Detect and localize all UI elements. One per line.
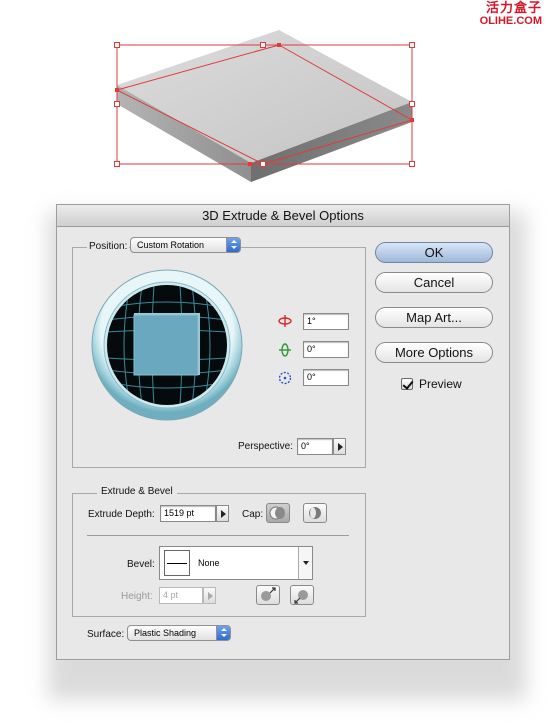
perspective-field[interactable]: 0° xyxy=(297,438,333,455)
height-slider-button[interactable] xyxy=(203,587,216,604)
surface-select[interactable]: Plastic Shading xyxy=(127,625,231,641)
bevel-in-icon xyxy=(294,590,308,604)
bevel-select[interactable]: None xyxy=(159,546,313,580)
cap-on-icon xyxy=(269,506,285,520)
bevel-label: Bevel: xyxy=(127,559,155,570)
cap-label: Cap: xyxy=(242,509,264,520)
chevron-updown-icon xyxy=(226,238,240,252)
position-select-value: Custom Rotation xyxy=(137,240,205,250)
preview-label[interactable]: Preview xyxy=(419,377,462,391)
cap-on-button[interactable] xyxy=(266,503,290,523)
dialog-title[interactable]: 3D Extrude & Bevel Options xyxy=(57,205,509,227)
bevel-out-icon xyxy=(261,587,276,601)
rotate-x-icon xyxy=(278,315,292,327)
cap-off-button[interactable] xyxy=(303,503,327,523)
cancel-button[interactable]: Cancel xyxy=(375,272,493,293)
rotation-y-field[interactable]: 0° xyxy=(303,341,349,358)
extrude-depth-field[interactable]: 1519 pt xyxy=(160,505,216,522)
rotation-trackball[interactable] xyxy=(90,268,244,422)
extrude-bevel-group-title: Extrude & Bevel xyxy=(97,486,177,497)
more-options-button[interactable]: More Options xyxy=(375,342,493,363)
extrude-separator xyxy=(87,535,349,536)
bevel-select-value: None xyxy=(198,558,220,568)
perspective-slider-button[interactable] xyxy=(333,438,346,455)
extruded-artwork[interactable] xyxy=(0,0,548,200)
slab xyxy=(117,30,412,182)
rotate-z-icon xyxy=(278,371,292,385)
rotation-z-field[interactable]: 0° xyxy=(303,369,349,386)
preview-checkbox[interactable] xyxy=(401,378,413,390)
bevel-out-button[interactable] xyxy=(256,585,280,605)
surface-label: Surface: xyxy=(87,629,125,640)
position-label: Position: xyxy=(87,241,130,252)
ok-button[interactable]: OK xyxy=(375,242,493,263)
extrude-depth-label: Extrude Depth: xyxy=(88,509,155,520)
extrude-depth-slider-button[interactable] xyxy=(216,505,229,522)
rotation-x-field[interactable]: 1° xyxy=(303,313,349,330)
perspective-label: Perspective: xyxy=(238,441,294,452)
bevel-in-button[interactable] xyxy=(290,585,314,605)
surface-select-value: Plastic Shading xyxy=(134,628,197,638)
chevron-updown-icon xyxy=(216,626,230,640)
chevron-down-icon xyxy=(298,547,312,579)
height-label: Height: xyxy=(121,591,153,602)
height-field[interactable]: 4 pt xyxy=(159,587,203,604)
cap-off-icon xyxy=(309,507,321,519)
rotate-y-icon xyxy=(279,343,291,357)
bevel-preview-swatch xyxy=(164,550,190,576)
extrude-bevel-dialog: 3D Extrude & Bevel Options Position: Cus… xyxy=(56,204,510,660)
map-art-button[interactable]: Map Art... xyxy=(375,307,493,328)
position-select[interactable]: Custom Rotation xyxy=(130,237,241,253)
